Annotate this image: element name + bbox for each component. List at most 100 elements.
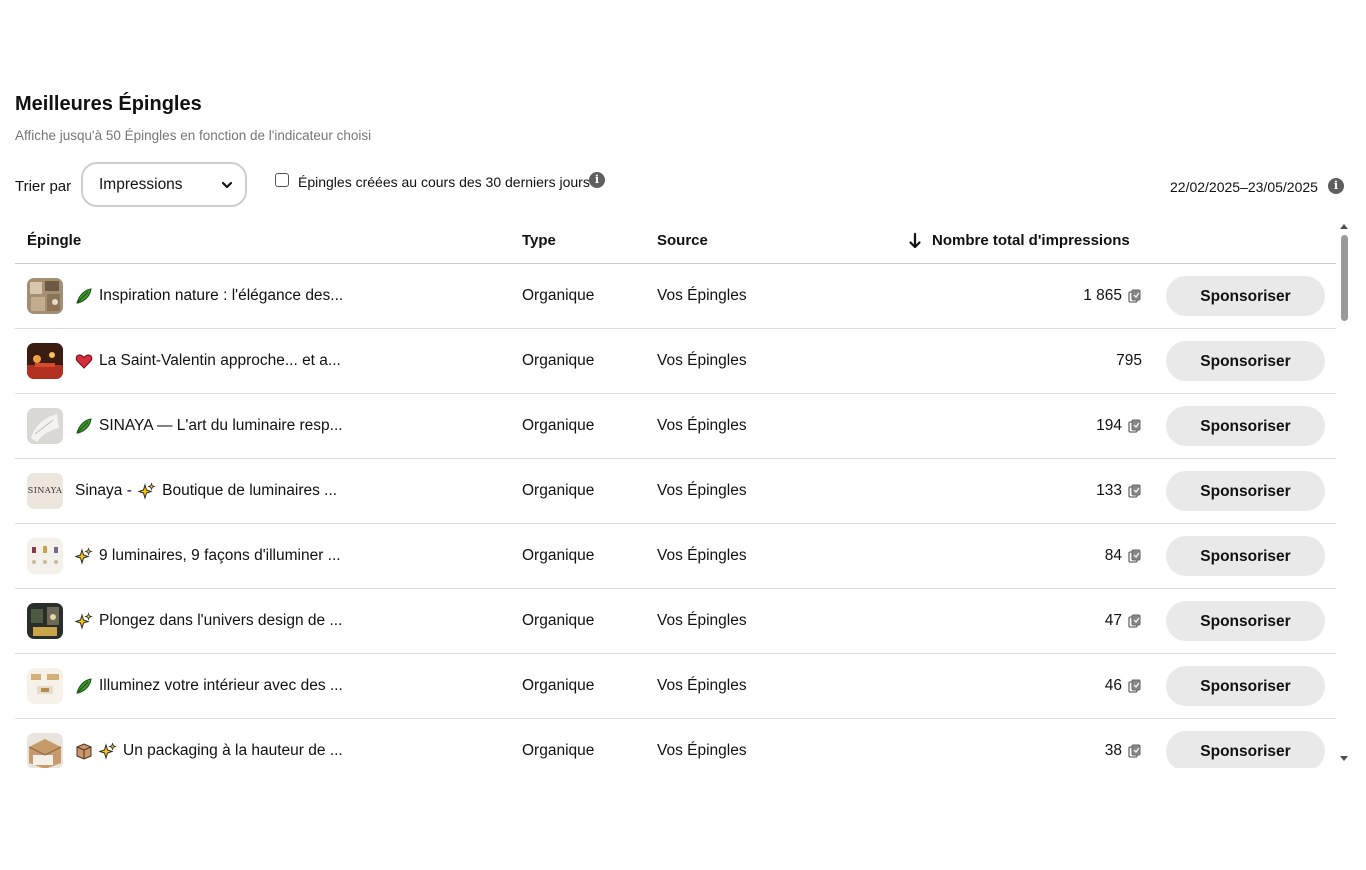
recent-pins-checkbox-label[interactable]: Épingles créées au cours des 30 derniers…: [298, 174, 590, 190]
pin-type: Organique: [522, 677, 595, 694]
sort-descending-icon[interactable]: [908, 232, 922, 250]
table-header: Épingle Type Source Nombre total d'impre…: [15, 222, 1336, 264]
sort-select[interactable]: Impressions: [81, 162, 247, 207]
sort-select-value: Impressions: [99, 175, 183, 193]
pin-source: Vos Épingles: [657, 742, 747, 759]
column-header-impressions[interactable]: Nombre total d'impressions: [932, 232, 1130, 249]
pin-source: Vos Épingles: [657, 612, 747, 629]
pin-source: Vos Épingles: [657, 287, 747, 304]
date-range: 22/02/2025–23/05/2025: [1170, 179, 1318, 195]
sponsor-button[interactable]: Sponsoriser: [1166, 276, 1325, 316]
leaf-icon: [75, 677, 93, 695]
chevron-down-icon: [221, 181, 233, 189]
pin-title-text: Un packaging à la hauteur de ...: [123, 742, 343, 759]
scroll-up-arrow-icon[interactable]: [1340, 224, 1348, 229]
table-row[interactable]: SINAYA — L'art du luminaire resp... Organ…: [15, 394, 1336, 459]
pin-thumbnail[interactable]: [27, 733, 63, 768]
pin-source: Vos Épingles: [657, 482, 747, 499]
scrollbar[interactable]: [1338, 222, 1350, 768]
copy-icon: [1128, 744, 1141, 758]
sponsor-button[interactable]: Sponsoriser: [1166, 601, 1325, 641]
pin-title-text-suffix: Boutique de luminaires ...: [162, 482, 338, 499]
pin-title-text-prefix: Sinaya -: [75, 482, 137, 499]
impressions-count: 194: [1096, 417, 1122, 434]
pin-type: Organique: [522, 547, 595, 564]
impressions-count: 133: [1096, 482, 1122, 499]
table-row[interactable]: Illuminez votre intérieur avec des ... Or…: [15, 654, 1336, 719]
pin-title[interactable]: SINAYA — L'art du luminaire resp...: [75, 417, 343, 435]
impressions-count: 46: [1104, 677, 1122, 694]
pin-source: Vos Épingles: [657, 547, 747, 564]
pin-title[interactable]: 9 luminaires, 9 façons d'illuminer ...: [74, 547, 341, 565]
sparkles-icon: [74, 612, 93, 630]
pin-title-text: Illuminez votre intérieur avec des ...: [99, 677, 343, 694]
leaf-icon: [75, 417, 93, 435]
pin-title-text: SINAYA — L'art du luminaire resp...: [99, 417, 343, 434]
pin-title[interactable]: Sinaya - Boutique de luminaires ...: [75, 482, 337, 500]
pin-thumbnail[interactable]: SINAYA: [27, 473, 63, 509]
pin-title-text: Plongez dans l'univers design de ...: [99, 612, 343, 629]
table-row[interactable]: Un packaging à la hauteur de ... Organiqu…: [15, 719, 1336, 768]
copy-icon: [1128, 679, 1141, 693]
copy-icon: [1128, 549, 1141, 563]
pin-type: Organique: [522, 612, 595, 629]
table-row[interactable]: Inspiration nature : l'élégance des... Or…: [15, 264, 1336, 329]
impressions-count: 1 865: [1083, 287, 1122, 304]
pin-source: Vos Épingles: [657, 677, 747, 694]
pin-title[interactable]: La Saint-Valentin approche... et a...: [75, 352, 341, 370]
sparkles-icon: [74, 547, 93, 565]
scroll-down-arrow-icon[interactable]: [1340, 756, 1348, 761]
sort-label: Trier par: [15, 178, 72, 195]
pin-thumbnail[interactable]: [27, 668, 63, 704]
heart-icon: [75, 352, 93, 370]
copy-icon: [1128, 484, 1141, 498]
pin-title[interactable]: Plongez dans l'univers design de ...: [74, 612, 343, 630]
sponsor-button[interactable]: Sponsoriser: [1166, 406, 1325, 446]
column-header-type[interactable]: Type: [522, 232, 556, 249]
sponsor-button[interactable]: Sponsoriser: [1166, 731, 1325, 768]
pins-table-body: Inspiration nature : l'élégance des... Or…: [15, 264, 1336, 768]
leaf-icon: [75, 287, 93, 305]
copy-icon: [1128, 289, 1141, 303]
column-header-source[interactable]: Source: [657, 232, 708, 249]
table-row[interactable]: Plongez dans l'univers design de ... Orga…: [15, 589, 1336, 654]
info-icon[interactable]: i: [589, 172, 605, 188]
pin-title-text: 9 luminaires, 9 façons d'illuminer ...: [99, 547, 341, 564]
pin-title[interactable]: Inspiration nature : l'élégance des...: [75, 287, 343, 305]
pin-type: Organique: [522, 742, 595, 759]
pin-title-text: Inspiration nature : l'élégance des...: [99, 287, 344, 304]
table-row[interactable]: SINAYA Sinaya - Boutique de luminaires ..…: [15, 459, 1336, 524]
pin-title-text: La Saint-Valentin approche... et a...: [99, 352, 341, 369]
impressions-count: 795: [1116, 352, 1142, 369]
pin-thumbnail[interactable]: [27, 538, 63, 574]
pin-thumbnail[interactable]: [27, 408, 63, 444]
table-row[interactable]: 9 luminaires, 9 façons d'illuminer ... Or…: [15, 524, 1336, 589]
pin-type: Organique: [522, 417, 595, 434]
package-icon: [75, 742, 93, 760]
sparkles-icon: [98, 742, 117, 760]
pin-source: Vos Épingles: [657, 417, 747, 434]
pin-thumbnail[interactable]: [27, 343, 63, 379]
impressions-count: 84: [1104, 547, 1122, 564]
page-subtitle: Affiche jusqu'à 50 Épingles en fonction …: [15, 128, 372, 143]
sponsor-button[interactable]: Sponsoriser: [1166, 471, 1325, 511]
scrollbar-thumb[interactable]: [1341, 235, 1348, 321]
pin-type: Organique: [522, 287, 595, 304]
column-header-pin[interactable]: Épingle: [27, 232, 81, 249]
table-row[interactable]: La Saint-Valentin approche... et a... Org…: [15, 329, 1336, 394]
copy-icon: [1128, 419, 1141, 433]
impressions-count: 38: [1104, 742, 1122, 759]
pin-thumbnail[interactable]: [27, 278, 63, 314]
sponsor-button[interactable]: Sponsoriser: [1166, 536, 1325, 576]
sinaya-logo: SINAYA: [27, 486, 63, 495]
sponsor-button[interactable]: Sponsoriser: [1166, 666, 1325, 706]
pin-title[interactable]: Un packaging à la hauteur de ...: [75, 742, 343, 760]
pin-type: Organique: [522, 482, 595, 499]
recent-pins-checkbox[interactable]: [275, 173, 289, 187]
sponsor-button[interactable]: Sponsoriser: [1166, 341, 1325, 381]
impressions-count: 47: [1104, 612, 1122, 629]
pin-title[interactable]: Illuminez votre intérieur avec des ...: [75, 677, 343, 695]
copy-icon: [1128, 614, 1141, 628]
date-info-icon[interactable]: i: [1328, 178, 1344, 194]
pin-thumbnail[interactable]: [27, 603, 63, 639]
